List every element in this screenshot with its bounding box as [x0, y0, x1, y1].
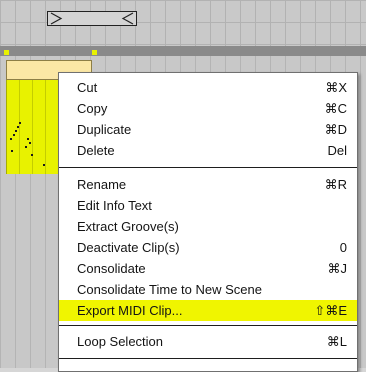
context-menu: Cut ⌘X Copy ⌘C Duplicate ⌘D Delete Del R… — [58, 72, 358, 372]
menu-item-shortcut: ⌘R — [324, 177, 347, 192]
menu-separator — [59, 167, 357, 168]
menu-item-label: Consolidate Time to New Scene — [77, 282, 262, 297]
menu-item-label: Duplicate — [77, 122, 132, 137]
menu-item-label: Consolidate — [77, 261, 146, 276]
menu-item-shortcut: ⌘J — [327, 261, 348, 276]
midi-note — [13, 134, 15, 136]
menu-item-loop-selection[interactable]: Loop Selection ⌘L — [59, 331, 357, 352]
menu-item-consolidate[interactable]: Consolidate ⌘J — [59, 258, 357, 279]
menu-item-shortcut: Del — [327, 143, 347, 158]
menu-item-shortcut: ⌘L — [326, 334, 347, 349]
loop-end-marker[interactable] — [92, 50, 97, 55]
menu-item-label: Cut — [77, 80, 98, 95]
midi-note — [29, 142, 31, 144]
menu-item-shortcut: ⌘C — [324, 101, 347, 116]
menu-item-cut[interactable]: Cut ⌘X — [59, 77, 357, 98]
menu-item-label: Extract Groove(s) — [77, 219, 179, 234]
midi-note — [15, 130, 17, 132]
loop-start-marker[interactable] — [4, 50, 9, 55]
midi-note — [11, 150, 13, 152]
midi-note — [31, 154, 33, 156]
menu-item-shortcut: ⌘D — [324, 122, 347, 137]
midi-note — [19, 122, 21, 124]
menu-item-label: Rename — [77, 177, 127, 192]
midi-note — [25, 146, 27, 148]
midi-note — [17, 126, 19, 128]
menu-item-duplicate[interactable]: Duplicate ⌘D — [59, 119, 357, 140]
menu-item-consolidate-time-new-scene[interactable]: Consolidate Time to New Scene — [59, 279, 357, 300]
menu-separator — [59, 358, 357, 359]
menu-item-extract-grooves[interactable]: Extract Groove(s) — [59, 216, 357, 237]
loop-brace-icon[interactable] — [47, 11, 137, 26]
track-divider — [0, 46, 366, 56]
menu-item-label: Loop Selection — [77, 334, 164, 349]
midi-note — [10, 138, 12, 140]
menu-item-delete[interactable]: Delete Del — [59, 140, 357, 161]
menu-item-shortcut: 0 — [339, 240, 347, 255]
menu-item-shortcut: ⌘X — [325, 80, 347, 95]
menu-item-shortcut: ⇧⌘E — [314, 303, 347, 318]
menu-item-copy[interactable]: Copy ⌘C — [59, 98, 357, 119]
menu-item-label: Delete — [77, 143, 115, 158]
menu-item-label: Copy — [77, 101, 108, 116]
menu-item-rename[interactable]: Rename ⌘R — [59, 174, 357, 195]
menu-item-label: Edit Info Text — [77, 198, 152, 213]
menu-item-deactivate-clips[interactable]: Deactivate Clip(s) 0 — [59, 237, 357, 258]
midi-note — [43, 164, 45, 166]
menu-item-label: Export MIDI Clip... — [77, 303, 183, 318]
menu-item-label: Deactivate Clip(s) — [77, 240, 180, 255]
menu-item-edit-info-text[interactable]: Edit Info Text — [59, 195, 357, 216]
midi-note — [27, 138, 29, 140]
midi-clip[interactable] — [6, 80, 58, 174]
menu-item-export-midi-clip[interactable]: Export MIDI Clip... ⇧⌘E — [59, 300, 357, 321]
menu-separator — [59, 325, 357, 326]
